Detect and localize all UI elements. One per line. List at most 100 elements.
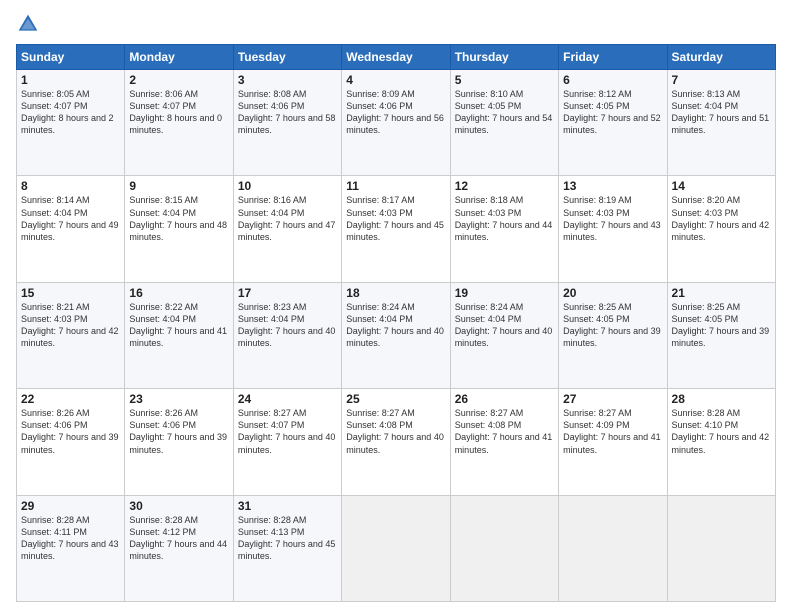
cell-info: Sunrise: 8:20 AMSunset: 4:03 PMDaylight:…	[672, 194, 771, 243]
cell-info: Sunrise: 8:15 AMSunset: 4:04 PMDaylight:…	[129, 194, 228, 243]
day-number: 29	[21, 499, 120, 513]
cell-info: Sunrise: 8:21 AMSunset: 4:03 PMDaylight:…	[21, 301, 120, 350]
weekday-header-monday: Monday	[125, 45, 233, 70]
cell-info: Sunrise: 8:27 AMSunset: 4:07 PMDaylight:…	[238, 407, 337, 456]
cell-info: Sunrise: 8:25 AMSunset: 4:05 PMDaylight:…	[672, 301, 771, 350]
cell-info: Sunrise: 8:24 AMSunset: 4:04 PMDaylight:…	[455, 301, 554, 350]
day-number: 16	[129, 286, 228, 300]
calendar-cell: 6Sunrise: 8:12 AMSunset: 4:05 PMDaylight…	[559, 70, 667, 176]
day-number: 23	[129, 392, 228, 406]
calendar-cell: 30Sunrise: 8:28 AMSunset: 4:12 PMDayligh…	[125, 495, 233, 601]
cell-info: Sunrise: 8:16 AMSunset: 4:04 PMDaylight:…	[238, 194, 337, 243]
logo	[16, 12, 44, 36]
cell-info: Sunrise: 8:19 AMSunset: 4:03 PMDaylight:…	[563, 194, 662, 243]
cell-info: Sunrise: 8:26 AMSunset: 4:06 PMDaylight:…	[129, 407, 228, 456]
weekday-header-thursday: Thursday	[450, 45, 558, 70]
cell-info: Sunrise: 8:28 AMSunset: 4:10 PMDaylight:…	[672, 407, 771, 456]
day-number: 31	[238, 499, 337, 513]
day-number: 8	[21, 179, 120, 193]
calendar-cell: 29Sunrise: 8:28 AMSunset: 4:11 PMDayligh…	[17, 495, 125, 601]
calendar-cell: 19Sunrise: 8:24 AMSunset: 4:04 PMDayligh…	[450, 282, 558, 388]
calendar-cell: 21Sunrise: 8:25 AMSunset: 4:05 PMDayligh…	[667, 282, 775, 388]
cell-info: Sunrise: 8:26 AMSunset: 4:06 PMDaylight:…	[21, 407, 120, 456]
calendar-cell: 27Sunrise: 8:27 AMSunset: 4:09 PMDayligh…	[559, 389, 667, 495]
calendar-cell: 26Sunrise: 8:27 AMSunset: 4:08 PMDayligh…	[450, 389, 558, 495]
calendar-cell: 22Sunrise: 8:26 AMSunset: 4:06 PMDayligh…	[17, 389, 125, 495]
cell-info: Sunrise: 8:06 AMSunset: 4:07 PMDaylight:…	[129, 88, 228, 137]
day-number: 27	[563, 392, 662, 406]
day-number: 18	[346, 286, 445, 300]
day-number: 22	[21, 392, 120, 406]
cell-info: Sunrise: 8:25 AMSunset: 4:05 PMDaylight:…	[563, 301, 662, 350]
day-number: 9	[129, 179, 228, 193]
day-number: 25	[346, 392, 445, 406]
calendar-cell: 25Sunrise: 8:27 AMSunset: 4:08 PMDayligh…	[342, 389, 450, 495]
day-number: 4	[346, 73, 445, 87]
header	[16, 12, 776, 36]
day-number: 26	[455, 392, 554, 406]
day-number: 21	[672, 286, 771, 300]
calendar-cell: 20Sunrise: 8:25 AMSunset: 4:05 PMDayligh…	[559, 282, 667, 388]
cell-info: Sunrise: 8:09 AMSunset: 4:06 PMDaylight:…	[346, 88, 445, 137]
calendar-cell: 23Sunrise: 8:26 AMSunset: 4:06 PMDayligh…	[125, 389, 233, 495]
calendar-cell: 28Sunrise: 8:28 AMSunset: 4:10 PMDayligh…	[667, 389, 775, 495]
cell-info: Sunrise: 8:27 AMSunset: 4:09 PMDaylight:…	[563, 407, 662, 456]
day-number: 20	[563, 286, 662, 300]
day-number: 1	[21, 73, 120, 87]
day-number: 19	[455, 286, 554, 300]
cell-info: Sunrise: 8:13 AMSunset: 4:04 PMDaylight:…	[672, 88, 771, 137]
cell-info: Sunrise: 8:22 AMSunset: 4:04 PMDaylight:…	[129, 301, 228, 350]
week-row-3: 15Sunrise: 8:21 AMSunset: 4:03 PMDayligh…	[17, 282, 776, 388]
calendar-table: SundayMondayTuesdayWednesdayThursdayFrid…	[16, 44, 776, 602]
day-number: 30	[129, 499, 228, 513]
calendar-cell: 15Sunrise: 8:21 AMSunset: 4:03 PMDayligh…	[17, 282, 125, 388]
day-number: 6	[563, 73, 662, 87]
calendar-cell: 9Sunrise: 8:15 AMSunset: 4:04 PMDaylight…	[125, 176, 233, 282]
day-number: 17	[238, 286, 337, 300]
cell-info: Sunrise: 8:24 AMSunset: 4:04 PMDaylight:…	[346, 301, 445, 350]
week-row-1: 1Sunrise: 8:05 AMSunset: 4:07 PMDaylight…	[17, 70, 776, 176]
calendar-cell	[342, 495, 450, 601]
day-number: 28	[672, 392, 771, 406]
cell-info: Sunrise: 8:28 AMSunset: 4:11 PMDaylight:…	[21, 514, 120, 563]
calendar-cell: 10Sunrise: 8:16 AMSunset: 4:04 PMDayligh…	[233, 176, 341, 282]
calendar-cell: 31Sunrise: 8:28 AMSunset: 4:13 PMDayligh…	[233, 495, 341, 601]
week-row-5: 29Sunrise: 8:28 AMSunset: 4:11 PMDayligh…	[17, 495, 776, 601]
calendar-cell: 3Sunrise: 8:08 AMSunset: 4:06 PMDaylight…	[233, 70, 341, 176]
calendar-cell: 8Sunrise: 8:14 AMSunset: 4:04 PMDaylight…	[17, 176, 125, 282]
calendar-cell: 12Sunrise: 8:18 AMSunset: 4:03 PMDayligh…	[450, 176, 558, 282]
calendar-cell: 11Sunrise: 8:17 AMSunset: 4:03 PMDayligh…	[342, 176, 450, 282]
week-row-4: 22Sunrise: 8:26 AMSunset: 4:06 PMDayligh…	[17, 389, 776, 495]
day-number: 11	[346, 179, 445, 193]
page: SundayMondayTuesdayWednesdayThursdayFrid…	[0, 0, 792, 612]
calendar-cell	[559, 495, 667, 601]
calendar-cell: 17Sunrise: 8:23 AMSunset: 4:04 PMDayligh…	[233, 282, 341, 388]
calendar-cell	[450, 495, 558, 601]
cell-info: Sunrise: 8:27 AMSunset: 4:08 PMDaylight:…	[346, 407, 445, 456]
cell-info: Sunrise: 8:28 AMSunset: 4:13 PMDaylight:…	[238, 514, 337, 563]
calendar-cell: 14Sunrise: 8:20 AMSunset: 4:03 PMDayligh…	[667, 176, 775, 282]
cell-info: Sunrise: 8:12 AMSunset: 4:05 PMDaylight:…	[563, 88, 662, 137]
cell-info: Sunrise: 8:18 AMSunset: 4:03 PMDaylight:…	[455, 194, 554, 243]
day-number: 15	[21, 286, 120, 300]
calendar-cell	[667, 495, 775, 601]
week-row-2: 8Sunrise: 8:14 AMSunset: 4:04 PMDaylight…	[17, 176, 776, 282]
calendar-cell: 5Sunrise: 8:10 AMSunset: 4:05 PMDaylight…	[450, 70, 558, 176]
day-number: 5	[455, 73, 554, 87]
weekday-header-saturday: Saturday	[667, 45, 775, 70]
calendar-cell: 4Sunrise: 8:09 AMSunset: 4:06 PMDaylight…	[342, 70, 450, 176]
calendar-cell: 18Sunrise: 8:24 AMSunset: 4:04 PMDayligh…	[342, 282, 450, 388]
day-number: 2	[129, 73, 228, 87]
cell-info: Sunrise: 8:28 AMSunset: 4:12 PMDaylight:…	[129, 514, 228, 563]
calendar-cell: 13Sunrise: 8:19 AMSunset: 4:03 PMDayligh…	[559, 176, 667, 282]
day-number: 24	[238, 392, 337, 406]
day-number: 14	[672, 179, 771, 193]
logo-icon	[16, 12, 40, 36]
day-number: 3	[238, 73, 337, 87]
cell-info: Sunrise: 8:14 AMSunset: 4:04 PMDaylight:…	[21, 194, 120, 243]
day-number: 10	[238, 179, 337, 193]
weekday-header-tuesday: Tuesday	[233, 45, 341, 70]
calendar-cell: 2Sunrise: 8:06 AMSunset: 4:07 PMDaylight…	[125, 70, 233, 176]
cell-info: Sunrise: 8:10 AMSunset: 4:05 PMDaylight:…	[455, 88, 554, 137]
cell-info: Sunrise: 8:23 AMSunset: 4:04 PMDaylight:…	[238, 301, 337, 350]
